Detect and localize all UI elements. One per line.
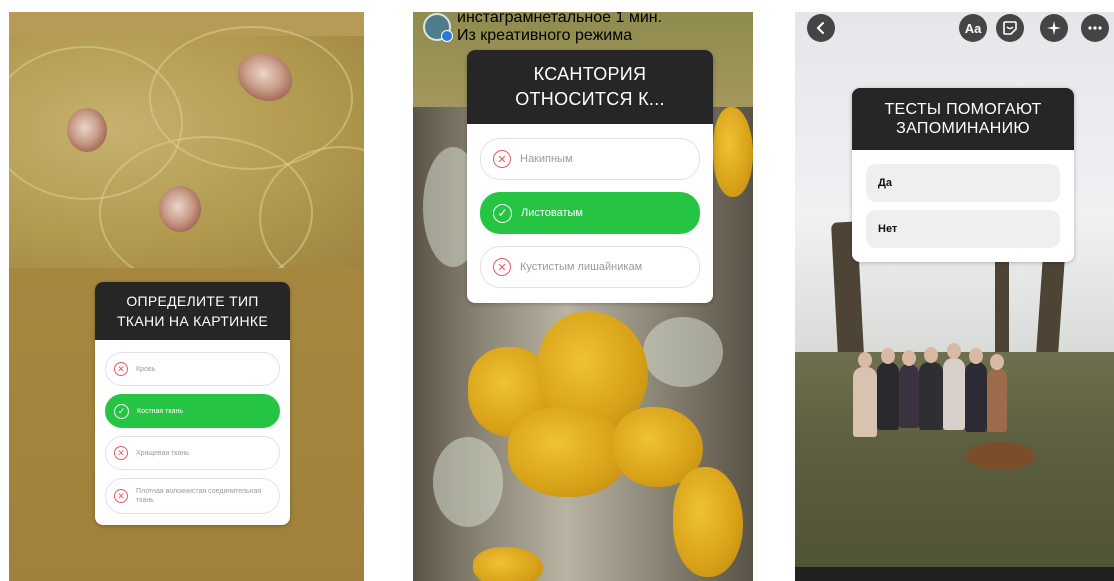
header-subtitle: Из креативного режима bbox=[457, 27, 633, 44]
gray-lichen-patch bbox=[643, 317, 723, 387]
quiz-sticker[interactable]: КСАНТОРИЯ ОТНОСИТСЯ К... ✕ Накипным ✓ Ли… bbox=[467, 50, 713, 303]
person-head bbox=[858, 352, 872, 368]
person bbox=[943, 358, 965, 430]
quiz-sticker[interactable]: ОПРЕДЕЛИТЕ ТИП ТКАНИ НА КАРТИНКЕ ✕ Кровь… bbox=[95, 282, 290, 525]
checkmark-icon: ✓ bbox=[114, 403, 129, 419]
person-head bbox=[947, 343, 961, 359]
yellow-lichen bbox=[508, 407, 628, 497]
more-icon[interactable] bbox=[1081, 14, 1109, 42]
quiz-option[interactable]: ✕ Кустистым лишайникам bbox=[480, 246, 700, 288]
quiz-question: ТЕСТЫ ПОМОГАЮТ ЗАПОМИНАНИЮ bbox=[852, 88, 1074, 150]
story-3: Aa ТЕСТЫ ПОМОГАЮТ ЗАПОМИНАНИЮ Да Нет bbox=[795, 12, 1114, 581]
checkmark-icon: ✓ bbox=[493, 203, 512, 223]
sticker-icon[interactable] bbox=[996, 14, 1024, 42]
option-label: Плотная волокнистая соединительная ткань bbox=[136, 488, 262, 504]
option-label: Хрящевая ткань bbox=[136, 449, 189, 457]
quiz-option[interactable]: ✕ Хрящевая ткань bbox=[105, 436, 280, 470]
quiz-option[interactable]: ✕ Кровь bbox=[105, 352, 280, 386]
yellow-lichen bbox=[673, 467, 743, 577]
option-label: Кустистым лишайникам bbox=[520, 261, 643, 273]
person bbox=[899, 364, 919, 428]
gray-lichen-patch bbox=[433, 437, 503, 527]
wrong-icon: ✕ bbox=[114, 489, 128, 503]
story-3-bottom-bar bbox=[795, 567, 1114, 581]
person-head bbox=[881, 348, 895, 364]
yellow-lichen bbox=[713, 107, 753, 197]
bone-tissue-photo bbox=[9, 26, 364, 290]
yellow-lichen bbox=[473, 547, 543, 581]
leaf-pile bbox=[965, 442, 1035, 470]
wrong-icon: ✕ bbox=[114, 362, 128, 376]
story-1: ОПРЕДЕЛИТЕ ТИП ТКАНИ НА КАРТИНКЕ ✕ Кровь… bbox=[9, 12, 364, 581]
header-user-line: инстаграмнетальное 1 мин. bbox=[457, 12, 662, 27]
option-label: Кровь bbox=[136, 365, 156, 373]
person bbox=[965, 362, 987, 432]
person-head bbox=[990, 354, 1004, 370]
quiz-question: ОПРЕДЕЛИТЕ ТИП ТКАНИ НА КАРТИНКЕ bbox=[95, 282, 290, 340]
person-head bbox=[924, 347, 938, 363]
chevron-left-icon[interactable] bbox=[807, 14, 835, 42]
sparkles-icon[interactable] bbox=[1040, 14, 1068, 42]
wrong-icon: ✕ bbox=[493, 258, 511, 276]
quiz-option-correct[interactable]: ✓ Листоватым bbox=[480, 192, 700, 234]
lacuna bbox=[159, 186, 201, 232]
avatar[interactable] bbox=[423, 13, 453, 42]
story-2: инстаграмнетальное 1 мин. Из креативного… bbox=[413, 12, 753, 581]
quiz-option-no[interactable]: Нет bbox=[866, 210, 1060, 248]
wrong-icon: ✕ bbox=[493, 150, 511, 168]
person bbox=[987, 368, 1007, 432]
text-tool-button[interactable]: Aa bbox=[959, 14, 987, 42]
story-header: инстаграмнетальное 1 мин. Из креативного… bbox=[423, 12, 662, 44]
option-label: Костная ткань bbox=[137, 407, 183, 415]
person bbox=[877, 362, 899, 430]
username[interactable]: инстаграмнетальное bbox=[457, 12, 611, 26]
quiz-option[interactable]: ✕ Накипным bbox=[480, 138, 700, 180]
quiz-sticker[interactable]: ТЕСТЫ ПОМОГАЮТ ЗАПОМИНАНИЮ Да Нет bbox=[852, 88, 1074, 262]
wrong-icon: ✕ bbox=[114, 446, 128, 460]
person-head bbox=[969, 348, 983, 364]
lacuna bbox=[67, 108, 107, 152]
quiz-option-yes[interactable]: Да bbox=[866, 164, 1060, 202]
post-time: 1 мин. bbox=[615, 12, 663, 26]
person bbox=[853, 367, 877, 437]
option-label: Накипным bbox=[520, 153, 573, 165]
person bbox=[919, 362, 943, 430]
quiz-question: КСАНТОРИЯ ОТНОСИТСЯ К... bbox=[467, 50, 713, 124]
story-1-background-top bbox=[9, 12, 364, 36]
option-label: Листоватым bbox=[521, 207, 583, 219]
quiz-option-correct[interactable]: ✓ Костная ткань bbox=[105, 394, 280, 428]
person-head bbox=[902, 350, 916, 366]
quiz-option[interactable]: ✕ Плотная волокнистая соединительная тка… bbox=[105, 478, 280, 514]
